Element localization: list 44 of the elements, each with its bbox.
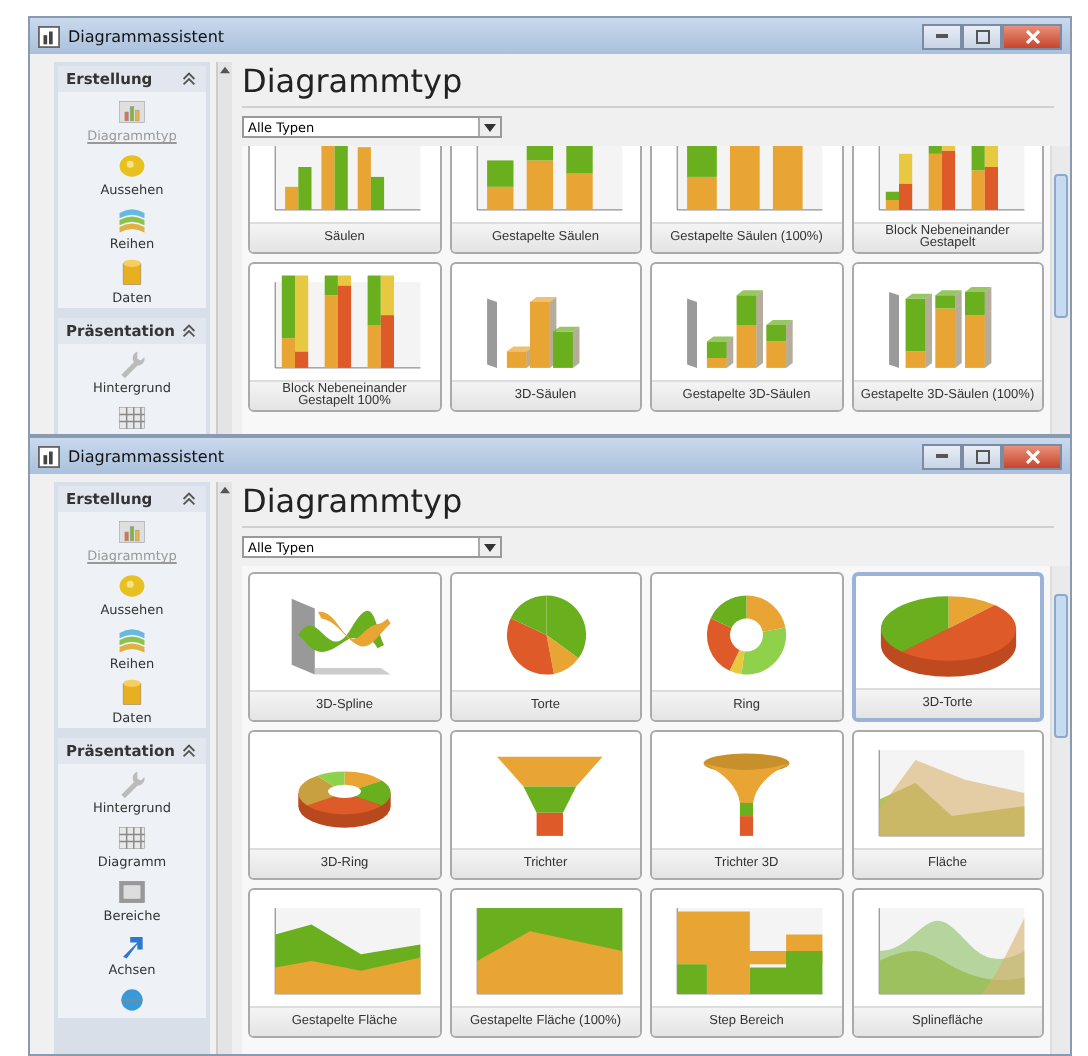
- close-icon: [1025, 29, 1039, 43]
- database-icon[interactable]: [116, 258, 148, 290]
- dropdown-caret-icon: [484, 123, 496, 131]
- minimize-icon: [936, 34, 948, 38]
- panel-icon[interactable]: [116, 876, 148, 908]
- palette-icon[interactable]: [116, 150, 148, 182]
- wrench-icon[interactable]: [116, 348, 148, 380]
- collapse-icon[interactable]: [180, 70, 198, 88]
- bar-chart-icon[interactable]: [116, 96, 148, 128]
- collapse-icon[interactable]: [180, 322, 198, 340]
- sidebar-scrollbar[interactable]: [216, 482, 232, 1054]
- palette-icon[interactable]: [116, 570, 148, 602]
- close-button[interactable]: [1002, 443, 1062, 469]
- close-icon: [1025, 449, 1039, 463]
- minimize-button[interactable]: [922, 443, 962, 469]
- database-icon[interactable]: [116, 678, 148, 710]
- sidebar-scrollbar[interactable]: [216, 62, 232, 434]
- scrollbar[interactable]: [1050, 566, 1070, 1054]
- maximize-button[interactable]: [962, 443, 1002, 469]
- scroll-up-icon[interactable]: [220, 486, 230, 494]
- chart-icon: [38, 25, 60, 47]
- chart-icon: [38, 445, 60, 467]
- maximize-button[interactable]: [962, 23, 1002, 49]
- page-heading: Diagrammtyp: [242, 62, 1054, 108]
- scrollbar[interactable]: [1050, 146, 1070, 434]
- page-heading: Diagrammtyp: [242, 482, 1054, 528]
- collapse-icon[interactable]: [180, 742, 198, 760]
- dropdown-caret-icon: [484, 543, 496, 551]
- layers-icon[interactable]: [116, 204, 148, 236]
- minimize-button[interactable]: [922, 23, 962, 49]
- grid-icon[interactable]: [116, 822, 148, 854]
- window-title: Diagrammassistent: [68, 27, 225, 45]
- wrench-icon[interactable]: [116, 768, 148, 800]
- globe-icon[interactable]: [116, 984, 148, 1016]
- maximize-icon: [975, 29, 989, 43]
- scroll-up-icon[interactable]: [220, 66, 230, 74]
- grid-icon[interactable]: [116, 402, 148, 434]
- window-title: Diagrammassistent: [68, 447, 225, 465]
- minimize-icon: [936, 454, 948, 458]
- close-button[interactable]: [1002, 23, 1062, 49]
- layers-icon[interactable]: [116, 624, 148, 656]
- bar-chart-icon[interactable]: [116, 516, 148, 548]
- collapse-icon[interactable]: [180, 490, 198, 508]
- maximize-icon: [975, 449, 989, 463]
